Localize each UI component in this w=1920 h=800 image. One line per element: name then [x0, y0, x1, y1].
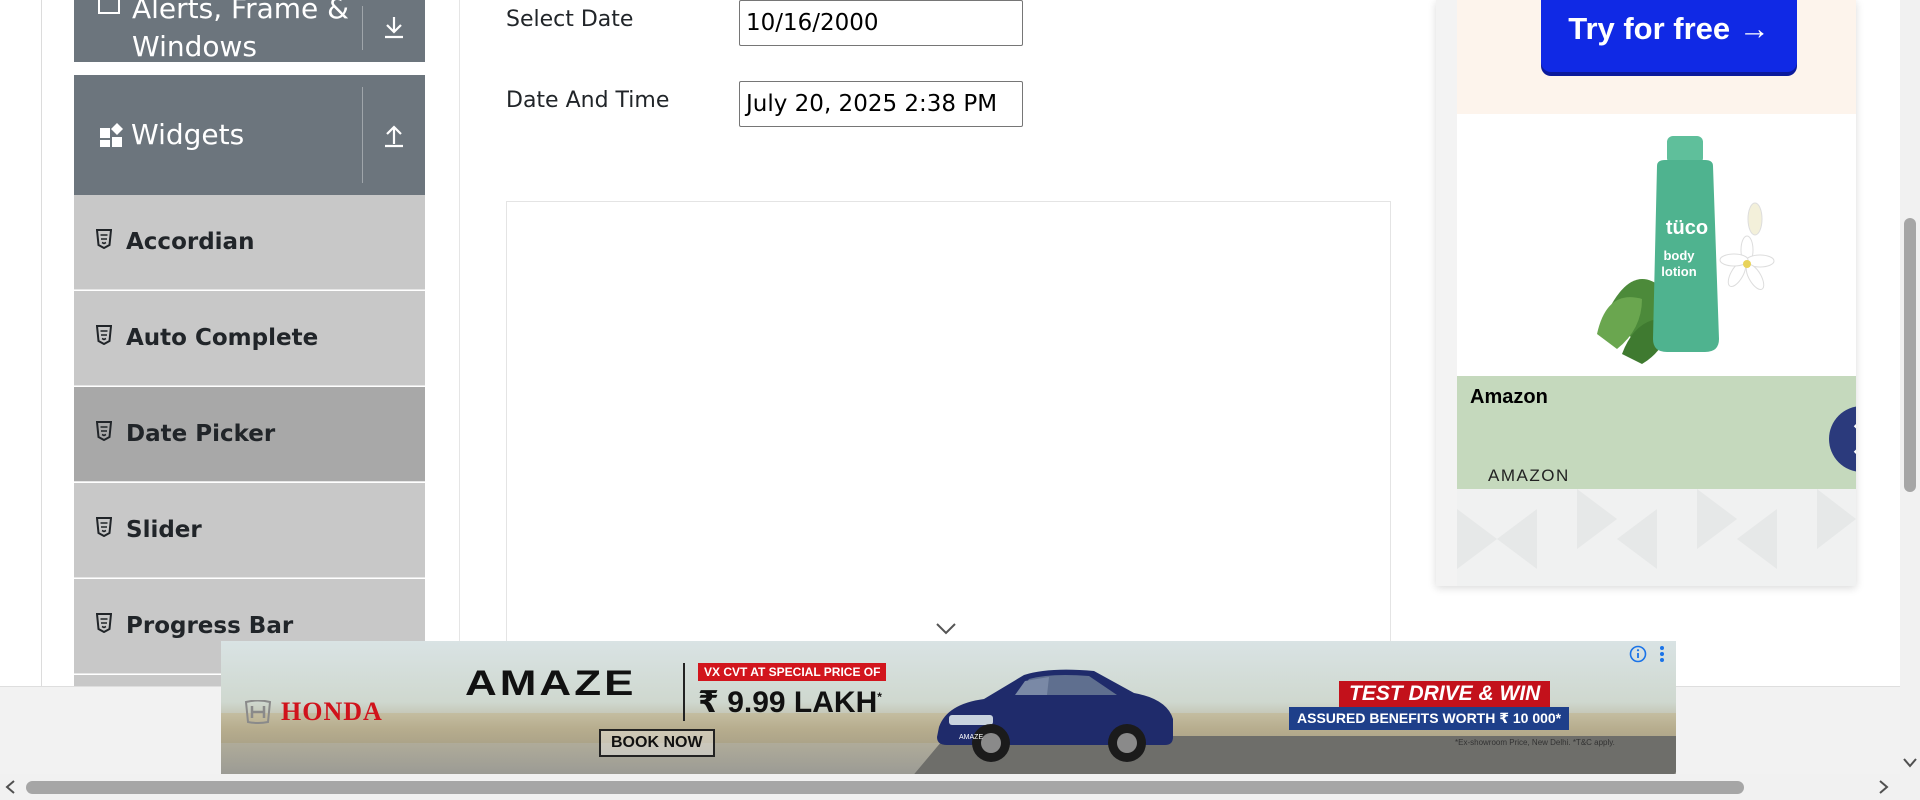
scroll-down-arrow-icon[interactable] [1903, 758, 1917, 768]
vertical-scrollbar-thumb[interactable] [1904, 218, 1916, 492]
sidebar-item-label: Slider [126, 517, 202, 543]
ad-brand-title: Amazon [1470, 386, 1548, 408]
widgets-label: Widgets [131, 118, 245, 151]
sidebar-divider [459, 0, 460, 686]
scroll-left-arrow-icon[interactable] [5, 780, 15, 794]
html5-icon [96, 421, 112, 441]
test-drive-tag: TEST DRIVE & WIN [1339, 681, 1551, 707]
group-label-line1: Alerts, Frame & [132, 0, 350, 25]
html5-icon [96, 229, 112, 249]
ad-frame [506, 201, 1391, 686]
window-icon [98, 0, 120, 14]
sidebar-ad: Try for free → tüco body lotion Amazon A… [1436, 0, 1856, 586]
book-now-button[interactable]: BOOK NOW [599, 729, 715, 757]
html5-icon [96, 517, 112, 537]
sidebar-item-label: Auto Complete [126, 325, 319, 351]
date-time-input[interactable]: July 20, 2025 2:38 PM [739, 81, 1023, 127]
honda-wordmark: HONDA [281, 697, 383, 726]
chevron-right-icon [1853, 424, 1856, 454]
page-left-border [41, 0, 42, 686]
html5-icon [96, 325, 112, 345]
bottle-label-2: lotion [1661, 264, 1696, 279]
offer-price: ₹ 9.99 LAKH* [698, 686, 882, 719]
sidebar-item-label: Progress Bar [126, 613, 294, 639]
group-header-widgets-title: Widgets [74, 116, 362, 154]
sidebar-item-accordian[interactable]: Accordian [74, 195, 425, 290]
lotion-bottle-image: tüco body lotion [1597, 136, 1775, 364]
ad-product-image[interactable]: tüco body lotion [1457, 114, 1856, 376]
sidebar: Alerts, Frame & Windows Widgets Accordia… [74, 0, 425, 686]
sidebar-item-date-picker[interactable]: Date Picker [74, 387, 425, 482]
try-for-free-button[interactable]: Try for free → [1541, 0, 1797, 72]
html5-icon [96, 613, 112, 633]
widgets-icon [99, 122, 124, 147]
car-plate: AMAZE [959, 734, 983, 741]
info-icon[interactable] [1629, 645, 1647, 663]
sidebar-item-slider[interactable]: Slider [74, 483, 425, 578]
sidebar-item-auto-complete[interactable]: Auto Complete [74, 291, 425, 386]
date-time-label: Date And Time [506, 88, 670, 113]
group-header-widgets[interactable]: Widgets [74, 75, 425, 195]
sidebar-item-label: Accordian [126, 229, 255, 255]
chevron-down-icon[interactable] [935, 622, 957, 636]
bottle-brand: tüco [1666, 217, 1708, 239]
ad-brand-subtitle: AMAZON [1488, 466, 1570, 485]
benefits-tag: ASSURED BENEFITS WORTH ₹ 10 000* [1289, 707, 1570, 730]
honda-banner-ad[interactable]: HONDA AMAZE VX CVT AT SPECIAL PRICE OF ₹… [221, 641, 1676, 776]
amaze-wordmark: AMAZE [465, 664, 637, 704]
bottle-label-1: body [1663, 248, 1695, 263]
group-header-alerts[interactable]: Alerts, Frame & Windows [74, 0, 425, 63]
sidebar-item-label: Date Picker [126, 421, 276, 447]
download-icon [385, 17, 403, 39]
collapse-widgets-button[interactable] [363, 75, 425, 195]
fine-print: *Ex-showroom Price, New Delhi. *T&C appl… [1455, 738, 1615, 747]
select-date-input[interactable]: 10/16/2000 [739, 0, 1023, 46]
honda-logo: HONDA [243, 697, 383, 727]
ad-pattern-background [1457, 489, 1856, 586]
offer-tag: VX CVT AT SPECIAL PRICE OF [698, 663, 887, 681]
upload-icon [385, 125, 403, 148]
group-label-line2: Windows [132, 30, 257, 63]
horizontal-scrollbar-thumb[interactable] [26, 781, 1744, 794]
select-date-label: Select Date [506, 7, 634, 32]
banner-divider [683, 663, 685, 721]
ad-cta-area: Try for free → [1457, 0, 1856, 114]
expand-alerts-button[interactable] [363, 0, 425, 62]
more-options-icon[interactable] [1659, 645, 1665, 663]
group-header-alerts-title: Alerts, Frame & Windows [74, 0, 362, 66]
scroll-right-arrow-icon[interactable] [1879, 780, 1889, 794]
ad-info-controls [1629, 645, 1665, 663]
honda-h-icon [244, 700, 272, 724]
car-image: AMAZE [937, 669, 1173, 762]
